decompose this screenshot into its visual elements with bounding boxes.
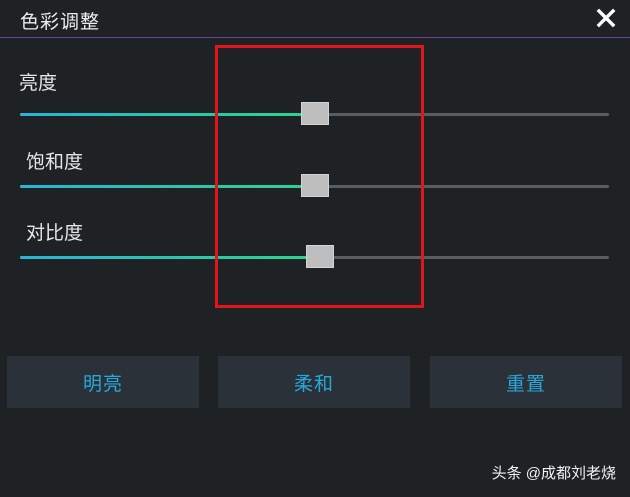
- saturation-thumb[interactable]: [300, 174, 329, 197]
- dialog-title: 色彩调整: [20, 11, 101, 33]
- title-bar: 色彩调整: [0, 0, 630, 38]
- contrast-fill: [20, 256, 321, 259]
- soft-preset-button[interactable]: 柔和: [218, 356, 410, 408]
- contrast-thumb[interactable]: [306, 245, 335, 268]
- bright-preset-button[interactable]: 明亮: [7, 356, 199, 408]
- contrast-label: 对比度: [26, 222, 84, 244]
- brightness-label: 亮度: [19, 72, 58, 94]
- saturation-label: 饱和度: [26, 151, 84, 173]
- saturation-slider[interactable]: [20, 174, 609, 197]
- contrast-slider[interactable]: [20, 245, 609, 268]
- close-icon[interactable]: [594, 6, 618, 30]
- color-adjust-dialog: 色彩调整 亮度 饱和度 对比度 明亮 柔和 重置 头条 @成都刘老烧: [0, 0, 630, 497]
- brightness-thumb[interactable]: [300, 102, 329, 125]
- reset-button[interactable]: 重置: [430, 356, 622, 408]
- brightness-slider[interactable]: [20, 102, 609, 125]
- brightness-fill: [20, 113, 315, 116]
- watermark: 头条 @成都刘老烧: [491, 465, 616, 482]
- saturation-fill: [20, 185, 315, 188]
